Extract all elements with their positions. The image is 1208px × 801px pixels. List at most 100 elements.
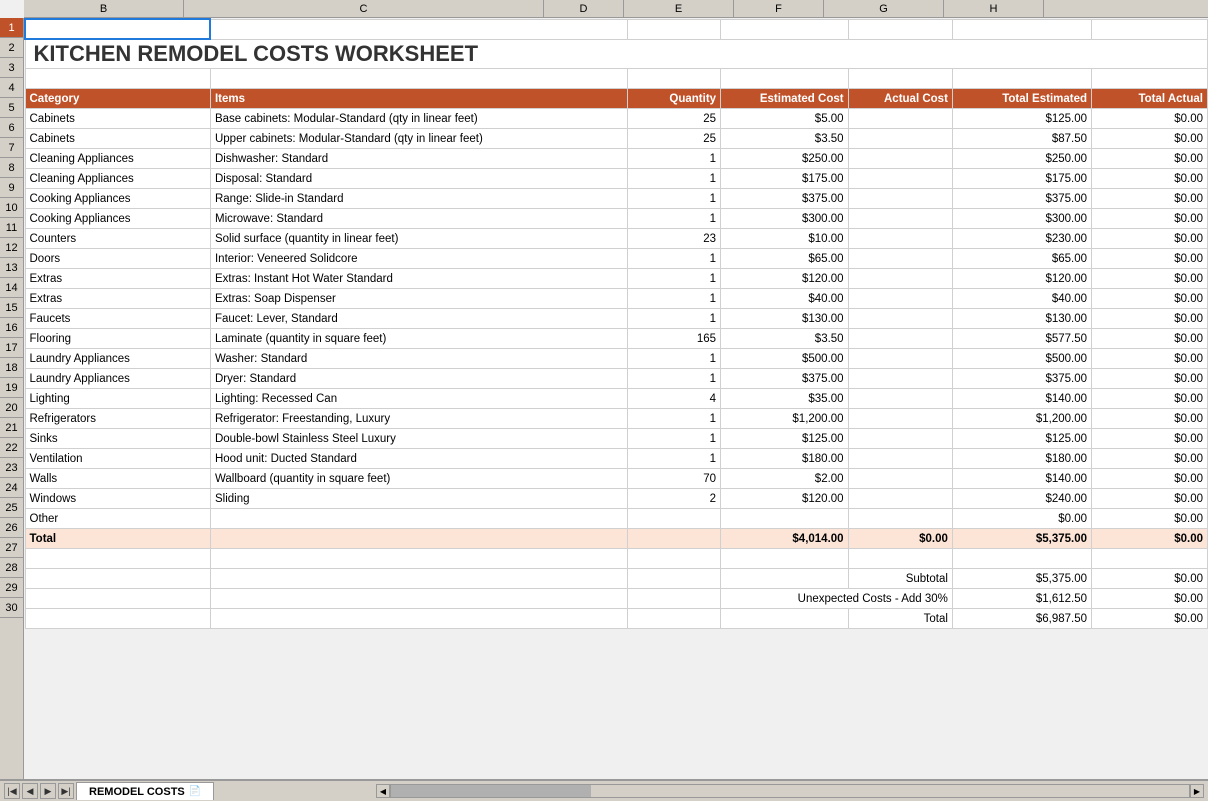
cell-16c[interactable]: Laminate (quantity in square feet): [210, 329, 627, 349]
cell-20d[interactable]: 1: [628, 409, 721, 429]
cell-15d[interactable]: 1: [628, 309, 721, 329]
cell-12f[interactable]: [848, 249, 952, 269]
cell-13c[interactable]: Extras: Instant Hot Water Standard: [210, 269, 627, 289]
horizontal-scrollbar[interactable]: [390, 784, 1190, 798]
cell-3d[interactable]: [628, 69, 721, 89]
cell-10b[interactable]: Cooking Appliances: [25, 209, 210, 229]
cell-20b[interactable]: Refrigerators: [25, 409, 210, 429]
cell-25b[interactable]: Other: [25, 509, 210, 529]
cell-24e[interactable]: $120.00: [721, 489, 849, 509]
cell-19f[interactable]: [848, 389, 952, 409]
cell-12d[interactable]: 1: [628, 249, 721, 269]
cell-25g[interactable]: $0.00: [952, 509, 1091, 529]
cell-1c[interactable]: [210, 19, 627, 39]
cell-19e[interactable]: $35.00: [721, 389, 849, 409]
cell-3h[interactable]: [1092, 69, 1208, 89]
cell-27c[interactable]: [210, 549, 627, 569]
cell-14b[interactable]: Extras: [25, 289, 210, 309]
cell-17c[interactable]: Washer: Standard: [210, 349, 627, 369]
cell-16b[interactable]: Flooring: [25, 329, 210, 349]
cell-8g[interactable]: $175.00: [952, 169, 1091, 189]
cell-1h[interactable]: [1092, 19, 1208, 39]
cell-14h[interactable]: $0.00: [1092, 289, 1208, 309]
cell-24c[interactable]: Sliding: [210, 489, 627, 509]
cell-17g[interactable]: $500.00: [952, 349, 1091, 369]
cell-17b[interactable]: Laundry Appliances: [25, 349, 210, 369]
cell-5d[interactable]: 25: [628, 109, 721, 129]
tab-nav-prev[interactable]: ◀: [22, 783, 38, 799]
cell-16f[interactable]: [848, 329, 952, 349]
cell-10g[interactable]: $300.00: [952, 209, 1091, 229]
scroll-left[interactable]: ◀: [376, 784, 390, 798]
cell-11h[interactable]: $0.00: [1092, 229, 1208, 249]
cell-10f[interactable]: [848, 209, 952, 229]
cell-9f[interactable]: [848, 189, 952, 209]
cell-8e[interactable]: $175.00: [721, 169, 849, 189]
cell-1e[interactable]: [721, 19, 849, 39]
tab-nav-last[interactable]: ▶|: [58, 783, 74, 799]
cell-5h[interactable]: $0.00: [1092, 109, 1208, 129]
cell-27g[interactable]: [952, 549, 1091, 569]
cell-19h[interactable]: $0.00: [1092, 389, 1208, 409]
cell-5b[interactable]: Cabinets: [25, 109, 210, 129]
cell-23g[interactable]: $140.00: [952, 469, 1091, 489]
cell-5c[interactable]: Base cabinets: Modular-Standard (qty in …: [210, 109, 627, 129]
cell-27b[interactable]: [25, 549, 210, 569]
cell-17d[interactable]: 1: [628, 349, 721, 369]
cell-17e[interactable]: $500.00: [721, 349, 849, 369]
cell-7h[interactable]: $0.00: [1092, 149, 1208, 169]
cell-22f[interactable]: [848, 449, 952, 469]
cell-20g[interactable]: $1,200.00: [952, 409, 1091, 429]
cell-24d[interactable]: 2: [628, 489, 721, 509]
cell-9b[interactable]: Cooking Appliances: [25, 189, 210, 209]
sheet-tab-remodel-costs[interactable]: REMODEL COSTS 📄: [76, 782, 214, 800]
cell-18b[interactable]: Laundry Appliances: [25, 369, 210, 389]
cell-20c[interactable]: Refrigerator: Freestanding, Luxury: [210, 409, 627, 429]
cell-3e[interactable]: [721, 69, 849, 89]
cell-20e[interactable]: $1,200.00: [721, 409, 849, 429]
cell-8c[interactable]: Disposal: Standard: [210, 169, 627, 189]
cell-19c[interactable]: Lighting: Recessed Can: [210, 389, 627, 409]
cell-21e[interactable]: $125.00: [721, 429, 849, 449]
cell-3f[interactable]: [848, 69, 952, 89]
cell-13f[interactable]: [848, 269, 952, 289]
tab-nav-first[interactable]: |◀: [4, 783, 20, 799]
cell-6b[interactable]: Cabinets: [25, 129, 210, 149]
cell-17h[interactable]: $0.00: [1092, 349, 1208, 369]
cell-16e[interactable]: $3.50: [721, 329, 849, 349]
cell-3c[interactable]: [210, 69, 627, 89]
cell-15h[interactable]: $0.00: [1092, 309, 1208, 329]
cell-9g[interactable]: $375.00: [952, 189, 1091, 209]
cell-6g[interactable]: $87.50: [952, 129, 1091, 149]
cell-13g[interactable]: $120.00: [952, 269, 1091, 289]
cell-1f[interactable]: [848, 19, 952, 39]
cell-1b[interactable]: [25, 19, 210, 39]
cell-23f[interactable]: [848, 469, 952, 489]
cell-22g[interactable]: $180.00: [952, 449, 1091, 469]
cell-1g[interactable]: [952, 19, 1091, 39]
cell-21b[interactable]: Sinks: [25, 429, 210, 449]
cell-11e[interactable]: $10.00: [721, 229, 849, 249]
cell-1d[interactable]: [628, 19, 721, 39]
cell-11d[interactable]: 23: [628, 229, 721, 249]
cell-15b[interactable]: Faucets: [25, 309, 210, 329]
cell-10d[interactable]: 1: [628, 209, 721, 229]
cell-23c[interactable]: Wallboard (quantity in square feet): [210, 469, 627, 489]
cell-27f[interactable]: [848, 549, 952, 569]
cell-27h[interactable]: [1092, 549, 1208, 569]
cell-18c[interactable]: Dryer: Standard: [210, 369, 627, 389]
cell-11b[interactable]: Counters: [25, 229, 210, 249]
cell-24f[interactable]: [848, 489, 952, 509]
tab-nav-next[interactable]: ▶: [40, 783, 56, 799]
cell-3b[interactable]: [25, 69, 210, 89]
scroll-right[interactable]: ▶: [1190, 784, 1204, 798]
cell-13e[interactable]: $120.00: [721, 269, 849, 289]
cell-10c[interactable]: Microwave: Standard: [210, 209, 627, 229]
cell-12c[interactable]: Interior: Veneered Solidcore: [210, 249, 627, 269]
cell-21h[interactable]: $0.00: [1092, 429, 1208, 449]
cell-8f[interactable]: [848, 169, 952, 189]
cell-19b[interactable]: Lighting: [25, 389, 210, 409]
cell-21c[interactable]: Double-bowl Stainless Steel Luxury: [210, 429, 627, 449]
cell-12b[interactable]: Doors: [25, 249, 210, 269]
cell-10e[interactable]: $300.00: [721, 209, 849, 229]
